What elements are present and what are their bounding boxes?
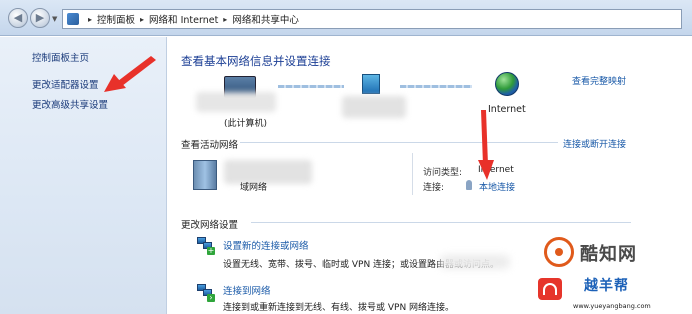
- access-type-value: Internet: [478, 165, 514, 175]
- chevron-right-icon: ▸: [223, 14, 228, 24]
- connections-label: 连接:: [423, 183, 445, 193]
- divider: [240, 142, 558, 143]
- watermark-url: www.yueyangbang.com: [573, 302, 651, 310]
- connection-line: [278, 85, 344, 88]
- connect-to-network-link[interactable]: 连接到网络: [223, 283, 271, 297]
- plus-icon: +: [207, 246, 215, 255]
- control-panel-icon: [67, 13, 79, 25]
- this-computer-label: (此计算机): [224, 119, 268, 129]
- forward-button[interactable]: ▶: [30, 8, 50, 28]
- breadcrumb-network-sharing-center[interactable]: 网络和共享中心: [232, 12, 299, 26]
- arrow-icon: ›: [207, 294, 215, 302]
- setup-new-connection-link[interactable]: 设置新的连接或网络: [223, 238, 309, 252]
- nav-change-advanced-sharing[interactable]: 更改高级共享设置: [32, 97, 108, 111]
- local-connection-icon: [466, 180, 472, 190]
- change-settings-heading: 更改网络设置: [181, 220, 239, 231]
- divider: [251, 222, 631, 223]
- annotation-arrow-shaft: [481, 110, 488, 165]
- recent-pages-dropdown[interactable]: ▼: [52, 15, 57, 23]
- redacted-computer-name: [196, 92, 276, 112]
- address-toolbar: ◀ ▶ ▼ ▸ 控制面板 ▸ 网络和 Internet ▸ 网络和共享中心: [0, 0, 692, 36]
- access-type-label: 访问类型:: [423, 168, 463, 178]
- active-networks-heading: 查看活动网络: [181, 140, 239, 151]
- redacted-network-name: [224, 160, 312, 184]
- watermark-tag: 越羊帮: [584, 278, 629, 294]
- connect-network-icon: ›: [197, 284, 215, 302]
- chevron-right-icon: ▸: [140, 14, 145, 24]
- internet-label: Internet: [488, 104, 526, 115]
- wifi-wave-icon: [543, 283, 557, 295]
- page-title: 查看基本网络信息并设置连接: [181, 54, 331, 68]
- address-field[interactable]: ▸ 控制面板 ▸ 网络和 Internet ▸ 网络和共享中心: [62, 9, 682, 29]
- watermark-logo-dot: [555, 248, 563, 256]
- nav-change-adapter-settings[interactable]: 更改适配器设置: [32, 77, 99, 91]
- new-connection-icon: +: [197, 237, 215, 255]
- watermark-name: 酷知网: [580, 244, 637, 265]
- nav-control-panel-home[interactable]: 控制面板主页: [32, 50, 89, 64]
- connect-disconnect-link[interactable]: 连接或断开连接: [563, 137, 626, 150]
- left-task-pane: 控制面板主页 更改适配器设置 更改高级共享设置: [0, 37, 167, 314]
- breadcrumb-control-panel[interactable]: 控制面板: [97, 12, 135, 26]
- redacted-network-name: [342, 96, 406, 118]
- network-type-label: 域网络: [240, 183, 268, 193]
- internet-globe-icon[interactable]: [495, 72, 519, 96]
- network-device-icon: [362, 74, 380, 94]
- redaction-smudge: [440, 255, 510, 269]
- divider: [412, 153, 413, 195]
- chevron-right-icon: ▸: [88, 14, 93, 24]
- breadcrumb-network-internet[interactable]: 网络和 Internet: [149, 12, 218, 26]
- connect-to-network-desc: 连接到或重新连接到无线、有线、拨号或 VPN 网络连接。: [223, 303, 455, 313]
- connection-line: [400, 85, 472, 88]
- see-full-map-link[interactable]: 查看完整映射: [572, 74, 626, 87]
- network-bench-icon[interactable]: [193, 160, 217, 190]
- local-connection-link[interactable]: 本地连接: [479, 180, 515, 193]
- back-button[interactable]: ◀: [8, 8, 28, 28]
